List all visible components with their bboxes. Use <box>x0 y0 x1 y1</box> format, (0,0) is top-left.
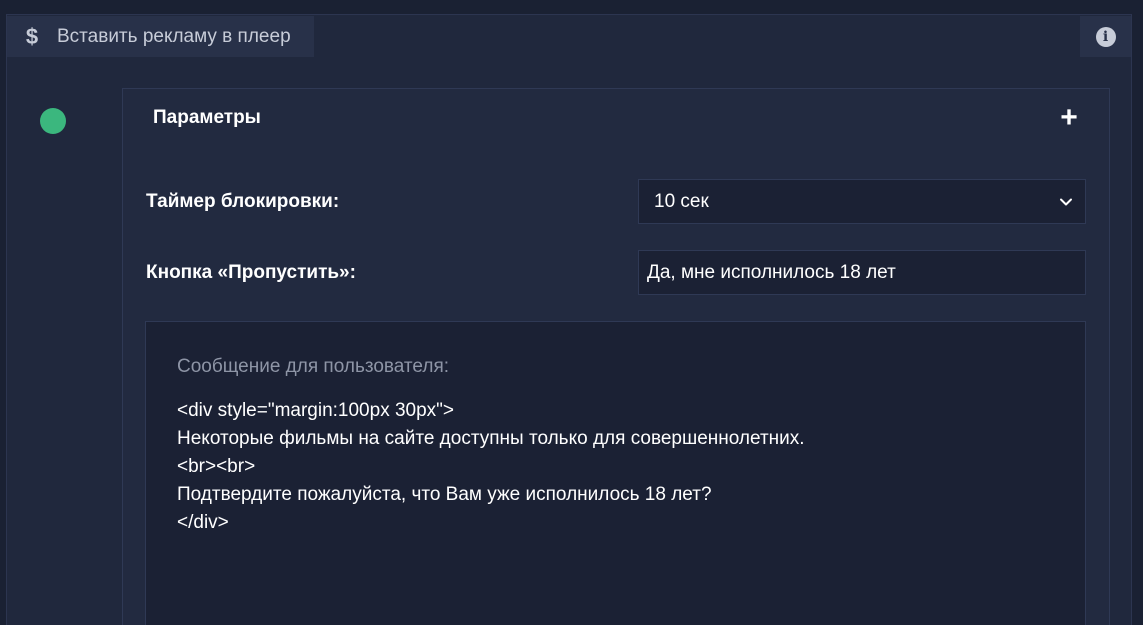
timer-selected-value: 10 сек <box>654 190 709 212</box>
info-button[interactable]: i <box>1080 16 1131 57</box>
top-strip <box>0 0 1143 14</box>
expand-plus-button[interactable]: + <box>1055 103 1083 133</box>
timer-select[interactable]: 10 сек <box>638 179 1086 224</box>
message-textarea[interactable]: <div style="margin:100px 30px"> Некоторы… <box>177 397 1057 597</box>
dollar-icon: $ <box>25 23 39 49</box>
status-indicator <box>40 108 66 134</box>
chevron-down-icon <box>1060 198 1072 205</box>
timer-label: Таймер блокировки: <box>146 191 340 212</box>
panel-title: Параметры <box>153 107 261 128</box>
tab-label: Вставить рекламу в плеер <box>57 25 291 47</box>
tab-insert-ad[interactable]: $ Вставить рекламу в плеер <box>7 16 314 57</box>
info-icon: i <box>1095 26 1116 47</box>
message-label: Сообщение для пользователя: <box>177 356 450 377</box>
skip-button-label: Кнопка «Пропустить»: <box>146 262 356 283</box>
skip-button-text-input[interactable] <box>638 250 1086 295</box>
